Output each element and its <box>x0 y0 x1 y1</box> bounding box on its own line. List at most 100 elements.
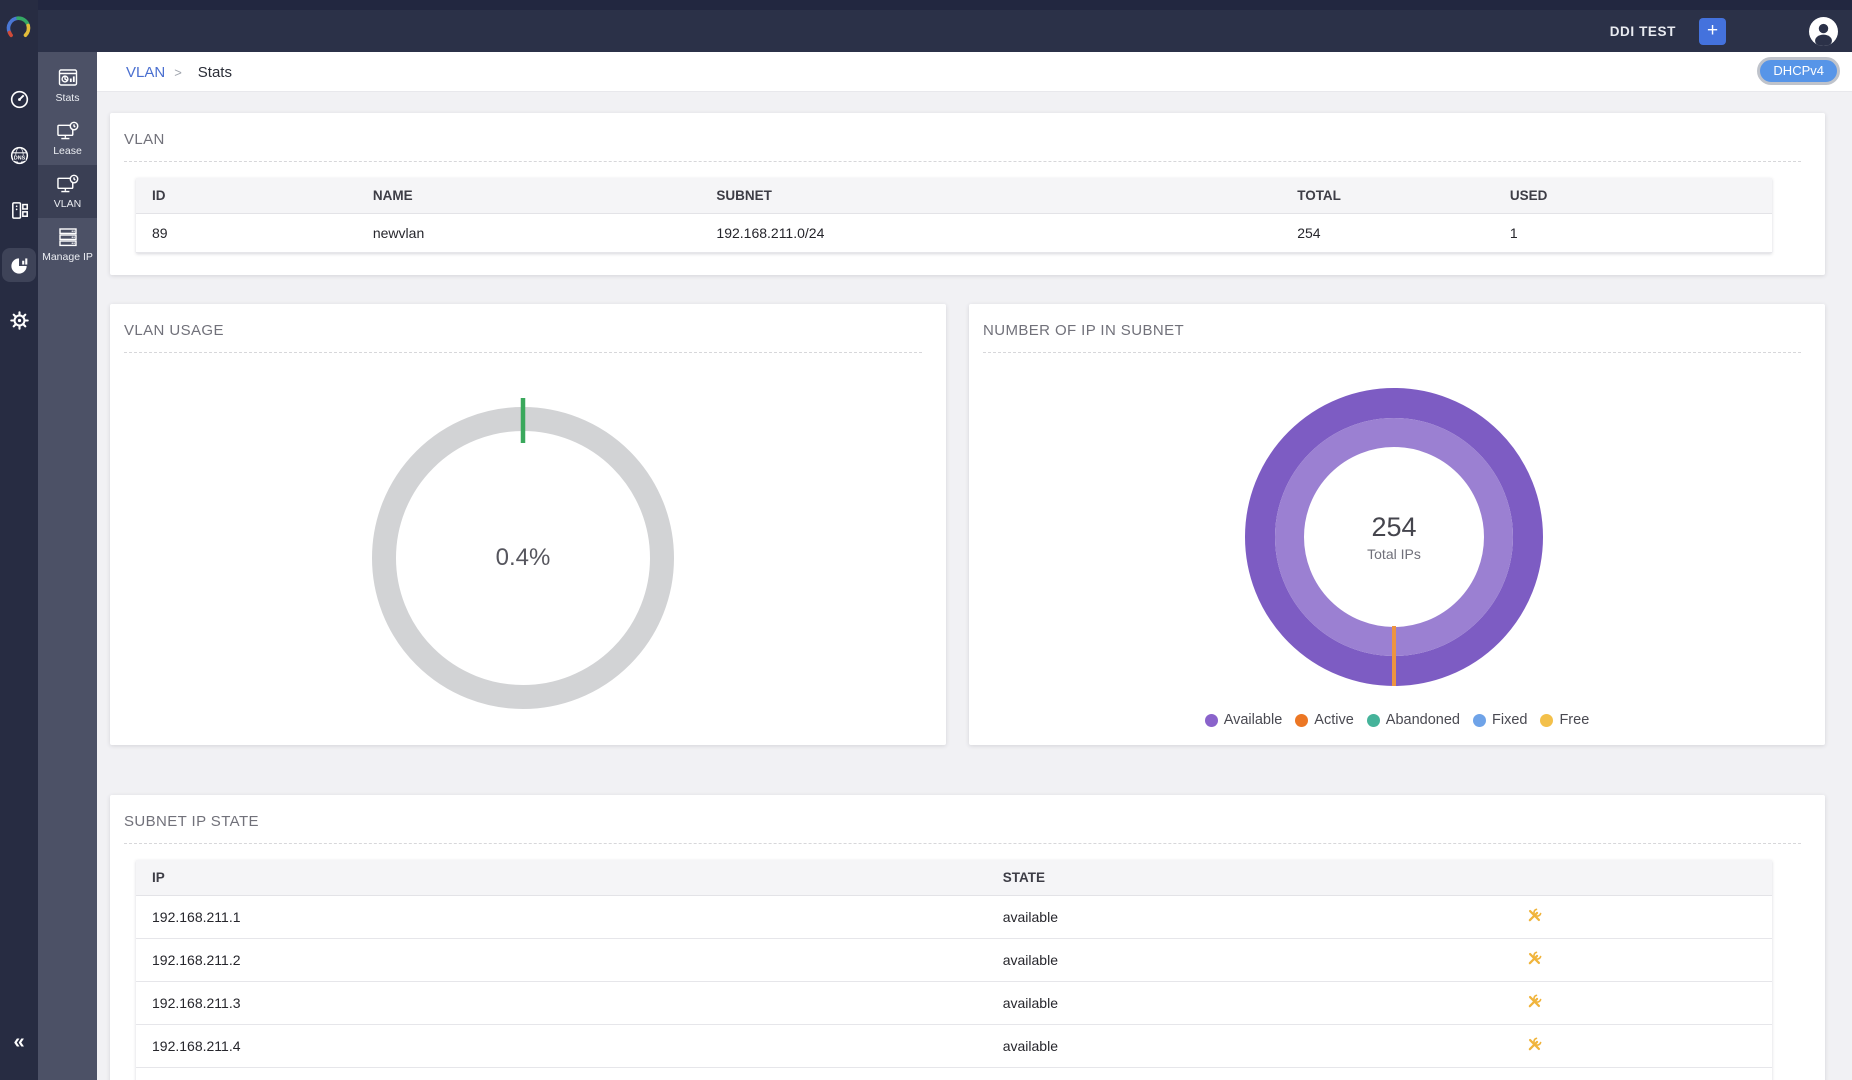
cell-actions <box>1510 1068 1772 1080</box>
legend-dot <box>1367 714 1380 727</box>
legend-label: Active <box>1314 712 1354 728</box>
table-row: 192.168.211.2 available <box>136 939 1772 982</box>
legend-item-fixed[interactable]: Fixed <box>1473 712 1527 728</box>
lease-icon <box>56 121 79 142</box>
subnet-ip-state-title: SUBNET IP STATE <box>124 813 1801 830</box>
legend-item-available[interactable]: Available <box>1205 712 1283 728</box>
legend-item-active[interactable]: Active <box>1295 712 1354 728</box>
vlan-usage-card: VLAN USAGE 0.4% <box>110 304 946 745</box>
legend-label: Abandoned <box>1386 712 1460 728</box>
app-root: DDI TEST + <box>0 0 1852 1080</box>
dns-icon: DNS <box>9 145 30 166</box>
table-row: 192.168.211.1 available <box>136 896 1772 939</box>
add-button[interactable]: + <box>1699 18 1726 45</box>
cell-state: available <box>987 1068 1511 1080</box>
app-logo <box>4 13 34 48</box>
cell-ip: 192.168.211.2 <box>136 939 987 982</box>
cell-state: available <box>987 982 1511 1025</box>
table-row[interactable]: 89 newvlan 192.168.211.0/24 254 1 <box>136 214 1772 253</box>
cell-actions <box>1510 939 1772 982</box>
total-ips-label: Total IPs <box>1367 546 1421 562</box>
breadcrumb: VLAN > Stats <box>126 52 232 92</box>
sidebar-item-vlan[interactable]: VLAN <box>38 165 97 218</box>
sidebar-item-dashboard[interactable] <box>2 82 36 116</box>
vlan-table-header: ID NAME SUBNET TOTAL USED <box>136 178 1772 214</box>
cell-total: 254 <box>1281 214 1494 253</box>
vlan-table: ID NAME SUBNET TOTAL USED 89 newvlan 192… <box>136 178 1772 253</box>
col-name: NAME <box>357 178 701 214</box>
sidebar-item-ipam[interactable] <box>2 248 36 282</box>
tools-icon[interactable] <box>1526 907 1543 924</box>
main-sidebar: DNS <box>0 0 38 1080</box>
cell-ip: 192.168.211.4 <box>136 1025 987 1068</box>
double-chevron-left-icon: « <box>13 1031 24 1053</box>
vlan-usage-title: VLAN USAGE <box>124 322 922 339</box>
legend-item-free[interactable]: Free <box>1540 712 1589 728</box>
avatar-icon <box>1809 17 1838 46</box>
sidebar-item-manage-ip[interactable]: Manage IP <box>38 218 97 271</box>
breadcrumb-vlan-link[interactable]: VLAN <box>126 64 165 81</box>
sidebar-item-label: VLAN <box>54 198 81 210</box>
breadcrumb-separator: > <box>174 65 182 80</box>
legend-dot <box>1540 714 1553 727</box>
cell-actions <box>1510 1025 1772 1068</box>
legend-dot <box>1473 714 1486 727</box>
col-state: STATE <box>987 860 1511 896</box>
sidebar-item-dhcp[interactable] <box>2 193 36 227</box>
legend-item-abandoned[interactable]: Abandoned <box>1367 712 1460 728</box>
vlan-card-title: VLAN <box>124 131 1801 148</box>
vlan-icon <box>56 174 79 195</box>
table-row: 192.168.211.5 available <box>136 1068 1772 1080</box>
cell-ip: 192.168.211.1 <box>136 896 987 939</box>
col-used: USED <box>1494 178 1772 214</box>
tools-icon[interactable] <box>1526 993 1543 1010</box>
cell-state: available <box>987 1025 1511 1068</box>
legend-label: Fixed <box>1492 712 1527 728</box>
cell-ip: 192.168.211.5 <box>136 1068 987 1080</box>
cell-used: 1 <box>1494 214 1772 253</box>
donut-center-labels: 254 Total IPs <box>1229 372 1559 702</box>
sidebar-item-label: Stats <box>56 92 80 104</box>
col-subnet: SUBNET <box>700 178 1281 214</box>
subnet-ip-state-card: SUBNET IP STATE IP STATE 192.168.211.1 a… <box>110 795 1825 1080</box>
ip-subnet-card: NUMBER OF IP IN SUBNET 254 Total IPs Ava… <box>969 304 1825 745</box>
usage-percent-value: 0.4% <box>358 393 688 723</box>
legend-label: Free <box>1559 712 1589 728</box>
logo-swirl-icon <box>4 13 34 43</box>
col-id: ID <box>136 178 357 214</box>
user-avatar[interactable] <box>1809 17 1838 46</box>
svg-text:DNS: DNS <box>13 155 25 161</box>
top-navbar: DDI TEST + <box>0 0 1852 52</box>
plus-icon: + <box>1707 20 1718 41</box>
divider <box>124 352 922 353</box>
divider <box>124 843 1801 844</box>
cell-name: newvlan <box>357 214 701 253</box>
sidebar-item-settings[interactable] <box>2 303 36 337</box>
dhcpv4-badge[interactable]: DHCPv4 <box>1757 57 1840 85</box>
sidebar-item-label: Manage IP <box>42 251 93 263</box>
sidebar-item-lease[interactable]: Lease <box>38 112 97 165</box>
ip-state-table-header: IP STATE <box>136 860 1772 896</box>
sidebar-item-label: Lease <box>53 145 82 157</box>
sidebar-item-dns[interactable]: DNS <box>2 138 36 172</box>
sidebar-collapse-button[interactable]: « <box>0 1031 38 1054</box>
ipam-pie-icon <box>9 255 30 276</box>
col-actions <box>1510 860 1772 896</box>
page-title: Stats <box>198 64 232 81</box>
sidebar-item-stats[interactable]: Stats <box>38 59 97 112</box>
tools-icon[interactable] <box>1526 1036 1543 1053</box>
stats-icon <box>57 67 79 89</box>
col-ip: IP <box>136 860 987 896</box>
cell-actions <box>1510 896 1772 939</box>
ip-subnet-title: NUMBER OF IP IN SUBNET <box>983 322 1801 339</box>
org-name-label: DDI TEST <box>1610 24 1676 39</box>
tools-icon[interactable] <box>1526 950 1543 967</box>
legend-dot <box>1205 714 1218 727</box>
vlan-card: VLAN ID NAME SUBNET TOTAL USED 89 <box>110 113 1825 275</box>
divider <box>983 352 1801 353</box>
legend-label: Available <box>1224 712 1283 728</box>
table-row: 192.168.211.3 available <box>136 982 1772 1025</box>
table-row: 192.168.211.4 available <box>136 1025 1772 1068</box>
col-total: TOTAL <box>1281 178 1494 214</box>
ip-state-table: IP STATE 192.168.211.1 available <box>136 860 1772 1080</box>
